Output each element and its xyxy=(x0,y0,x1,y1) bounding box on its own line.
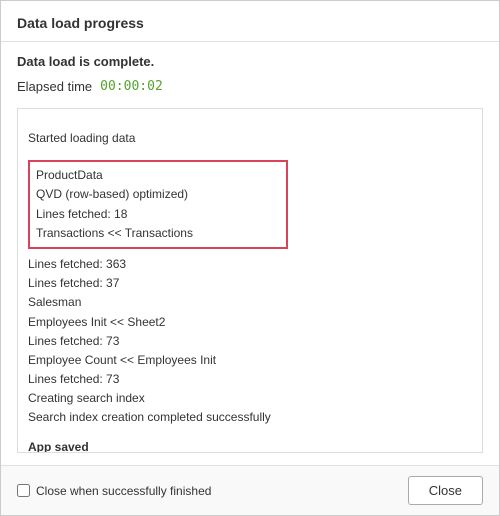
dialog-title: Data load progress xyxy=(17,15,483,31)
log-line: Lines fetched: 73 xyxy=(28,370,472,389)
elapsed-label: Elapsed time xyxy=(17,79,92,94)
log-line: Transactions << Transactions xyxy=(36,224,280,243)
log-line: Employee Count << Employees Init xyxy=(28,351,472,370)
dialog-footer: Close when successfully finished Close xyxy=(1,465,499,515)
log-line: Lines fetched: 18 xyxy=(36,205,280,224)
close-checkbox[interactable] xyxy=(17,484,30,497)
log-line: Employees Init << Sheet2 xyxy=(28,313,472,332)
dialog-header: Data load progress xyxy=(1,1,499,42)
log-line: Lines fetched: 73 xyxy=(28,332,472,351)
log-line: Salesman xyxy=(28,293,472,312)
elapsed-row: Elapsed time 00:00:02 xyxy=(17,79,483,94)
log-line: Lines fetched: 37 xyxy=(28,274,472,293)
close-checkbox-label: Close when successfully finished xyxy=(36,484,211,498)
log-highlighted-block: ProductData QVD (row-based) optimized) L… xyxy=(28,160,288,249)
close-checkbox-row: Close when successfully finished xyxy=(17,484,211,498)
log-line: QVD (row-based) optimized) xyxy=(36,185,280,204)
log-search-creation: Search index creation completed successf… xyxy=(28,408,472,427)
elapsed-value: 00:00:02 xyxy=(100,79,163,94)
log-container[interactable]: Started loading data ProductData QVD (ro… xyxy=(17,108,483,453)
close-button[interactable]: Close xyxy=(408,476,483,505)
log-app-saved: App saved xyxy=(28,438,472,453)
dialog-body: Data load is complete. Elapsed time 00:0… xyxy=(1,42,499,465)
log-line: Lines fetched: 363 xyxy=(28,255,472,274)
log-line: ProductData xyxy=(36,166,280,185)
data-load-dialog: Data load progress Data load is complete… xyxy=(0,0,500,516)
status-complete: Data load is complete. xyxy=(17,54,483,69)
log-creating-search: Creating search index xyxy=(28,389,472,408)
log-line-start: Started loading data xyxy=(28,129,472,148)
